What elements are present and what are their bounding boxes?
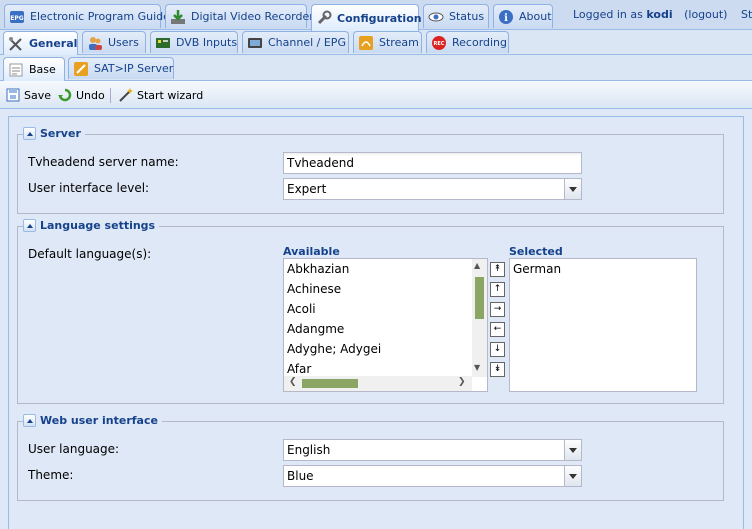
card-icon (155, 35, 171, 51)
move-bottom-button[interactable]: ↡ (490, 362, 505, 377)
magic-wand-icon (118, 87, 134, 103)
vertical-scrollbar[interactable]: ▲ ▼ (472, 259, 487, 377)
form-panel: Server Tvheadend server name: Tvheadend … (8, 116, 744, 529)
main-tab-bar: EPG Electronic Program Guide Digital Vid… (0, 0, 752, 31)
tab-base[interactable]: Base (3, 57, 65, 81)
users-icon (87, 35, 103, 51)
undo-icon (57, 87, 73, 103)
general-tab-bar: Base SAT>IP Server (0, 55, 752, 81)
list-item[interactable]: German (510, 259, 696, 279)
chevron-down-icon[interactable] (564, 466, 581, 486)
list-item[interactable]: Adyghe; Adygei (284, 339, 487, 359)
tab-status[interactable]: Status (423, 4, 489, 28)
toolbar: Save Undo Start wizard (0, 81, 752, 109)
default-language-label: Default language(s): (28, 247, 152, 261)
tab-dvr[interactable]: Digital Video Recorder (165, 4, 314, 28)
svg-text:EPG: EPG (10, 15, 23, 22)
arrow-down-icon: ↓ (493, 344, 502, 354)
tab-channel-epg[interactable]: Channel / EPG (242, 31, 349, 53)
add-selected-button[interactable]: → (490, 302, 505, 317)
move-bottom-icon: ↡ (493, 364, 502, 374)
download-icon (170, 9, 186, 25)
svg-text:REC: REC (434, 41, 445, 47)
tab-epg[interactable]: EPG Electronic Program Guide (4, 4, 170, 28)
available-languages-list[interactable]: Abkhazian Achinese Acoli Adangme Adyghe;… (283, 258, 488, 392)
server-legend: Server (23, 127, 85, 140)
tab-about[interactable]: i About (493, 4, 553, 28)
stream-icon (358, 35, 374, 51)
list-item[interactable]: Acoli (284, 299, 487, 319)
collapse-icon[interactable] (23, 414, 36, 427)
server-name-input[interactable]: Tvheadend (283, 152, 582, 174)
start-wizard-button[interactable]: Start wizard (118, 87, 203, 103)
ui-level-label: User interface level: (28, 181, 150, 195)
theme-select[interactable]: Blue (283, 465, 582, 487)
config-tab-bar: General Users DVB Inputs Channel / EPG S… (0, 30, 752, 55)
selected-languages-list[interactable]: German (509, 258, 697, 392)
list-item[interactable]: Adangme (284, 319, 487, 339)
tab-configuration[interactable]: Configuration (311, 4, 422, 31)
svg-text:i: i (504, 13, 508, 24)
tab-recording[interactable]: REC Recording (426, 31, 509, 53)
collapse-icon[interactable] (23, 219, 36, 232)
save-button[interactable]: Save (5, 87, 51, 103)
available-header: Available (283, 245, 488, 259)
move-down-button[interactable]: ↓ (490, 342, 505, 357)
chevron-down-icon[interactable] (564, 440, 581, 460)
base-icon (8, 62, 24, 78)
theme-label: Theme: (28, 468, 74, 482)
move-top-icon: ↟ (493, 264, 502, 274)
tab-satip-server[interactable]: SAT>IP Server (68, 57, 174, 79)
logout-link[interactable]: (logout) (684, 8, 727, 21)
remove-selected-button[interactable]: ← (490, 322, 505, 337)
language-fieldset: Language settings Default language(s): A… (17, 219, 724, 404)
language-legend: Language settings (23, 219, 160, 232)
undo-button[interactable]: Undo (57, 87, 105, 103)
web-ui-fieldset: Web user interface User language: Englis… (17, 414, 724, 501)
info-icon: i (498, 9, 514, 25)
arrow-right-icon: → (493, 304, 502, 314)
rec-icon: REC (431, 35, 447, 51)
horizontal-scrollbar[interactable]: ❮ ❯ (284, 376, 472, 391)
wrench-icon (316, 10, 332, 26)
chevron-down-icon[interactable] (564, 179, 581, 199)
scroll-thumb[interactable] (302, 379, 358, 388)
toolbar-separator (110, 88, 111, 103)
scroll-thumb[interactable] (475, 277, 484, 319)
user-language-select[interactable]: English (283, 439, 582, 461)
arrow-left-icon: ← (493, 324, 502, 334)
ui-level-select[interactable]: Expert (283, 178, 582, 200)
server-fieldset: Server Tvheadend server name: Tvheadend … (17, 127, 724, 214)
move-top-button[interactable]: ↟ (490, 262, 505, 277)
login-info: Logged in as kodi (logout) Stor (573, 8, 752, 21)
storage-info: Stor (740, 8, 752, 21)
tools-icon (8, 36, 24, 52)
satip-icon (73, 61, 89, 77)
collapse-icon[interactable] (23, 127, 36, 140)
save-icon (5, 87, 21, 103)
server-name-label: Tvheadend server name: (28, 155, 179, 169)
user-language-label: User language: (28, 442, 120, 456)
epg-icon: EPG (9, 9, 25, 25)
eye-icon (428, 9, 444, 25)
tab-dvb-inputs[interactable]: DVB Inputs (150, 31, 238, 53)
web-ui-legend: Web user interface (23, 414, 162, 427)
tab-users[interactable]: Users (82, 31, 146, 53)
list-item[interactable]: Achinese (284, 279, 487, 299)
tab-stream[interactable]: Stream (353, 31, 422, 53)
move-up-button[interactable]: ↑ (490, 282, 505, 297)
list-item[interactable]: Abkhazian (284, 259, 487, 279)
username: kodi (646, 8, 673, 21)
arrow-up-icon: ↑ (493, 284, 502, 294)
tv-icon (247, 35, 263, 51)
tab-general[interactable]: General (3, 31, 78, 55)
selected-header: Selected (509, 245, 697, 259)
